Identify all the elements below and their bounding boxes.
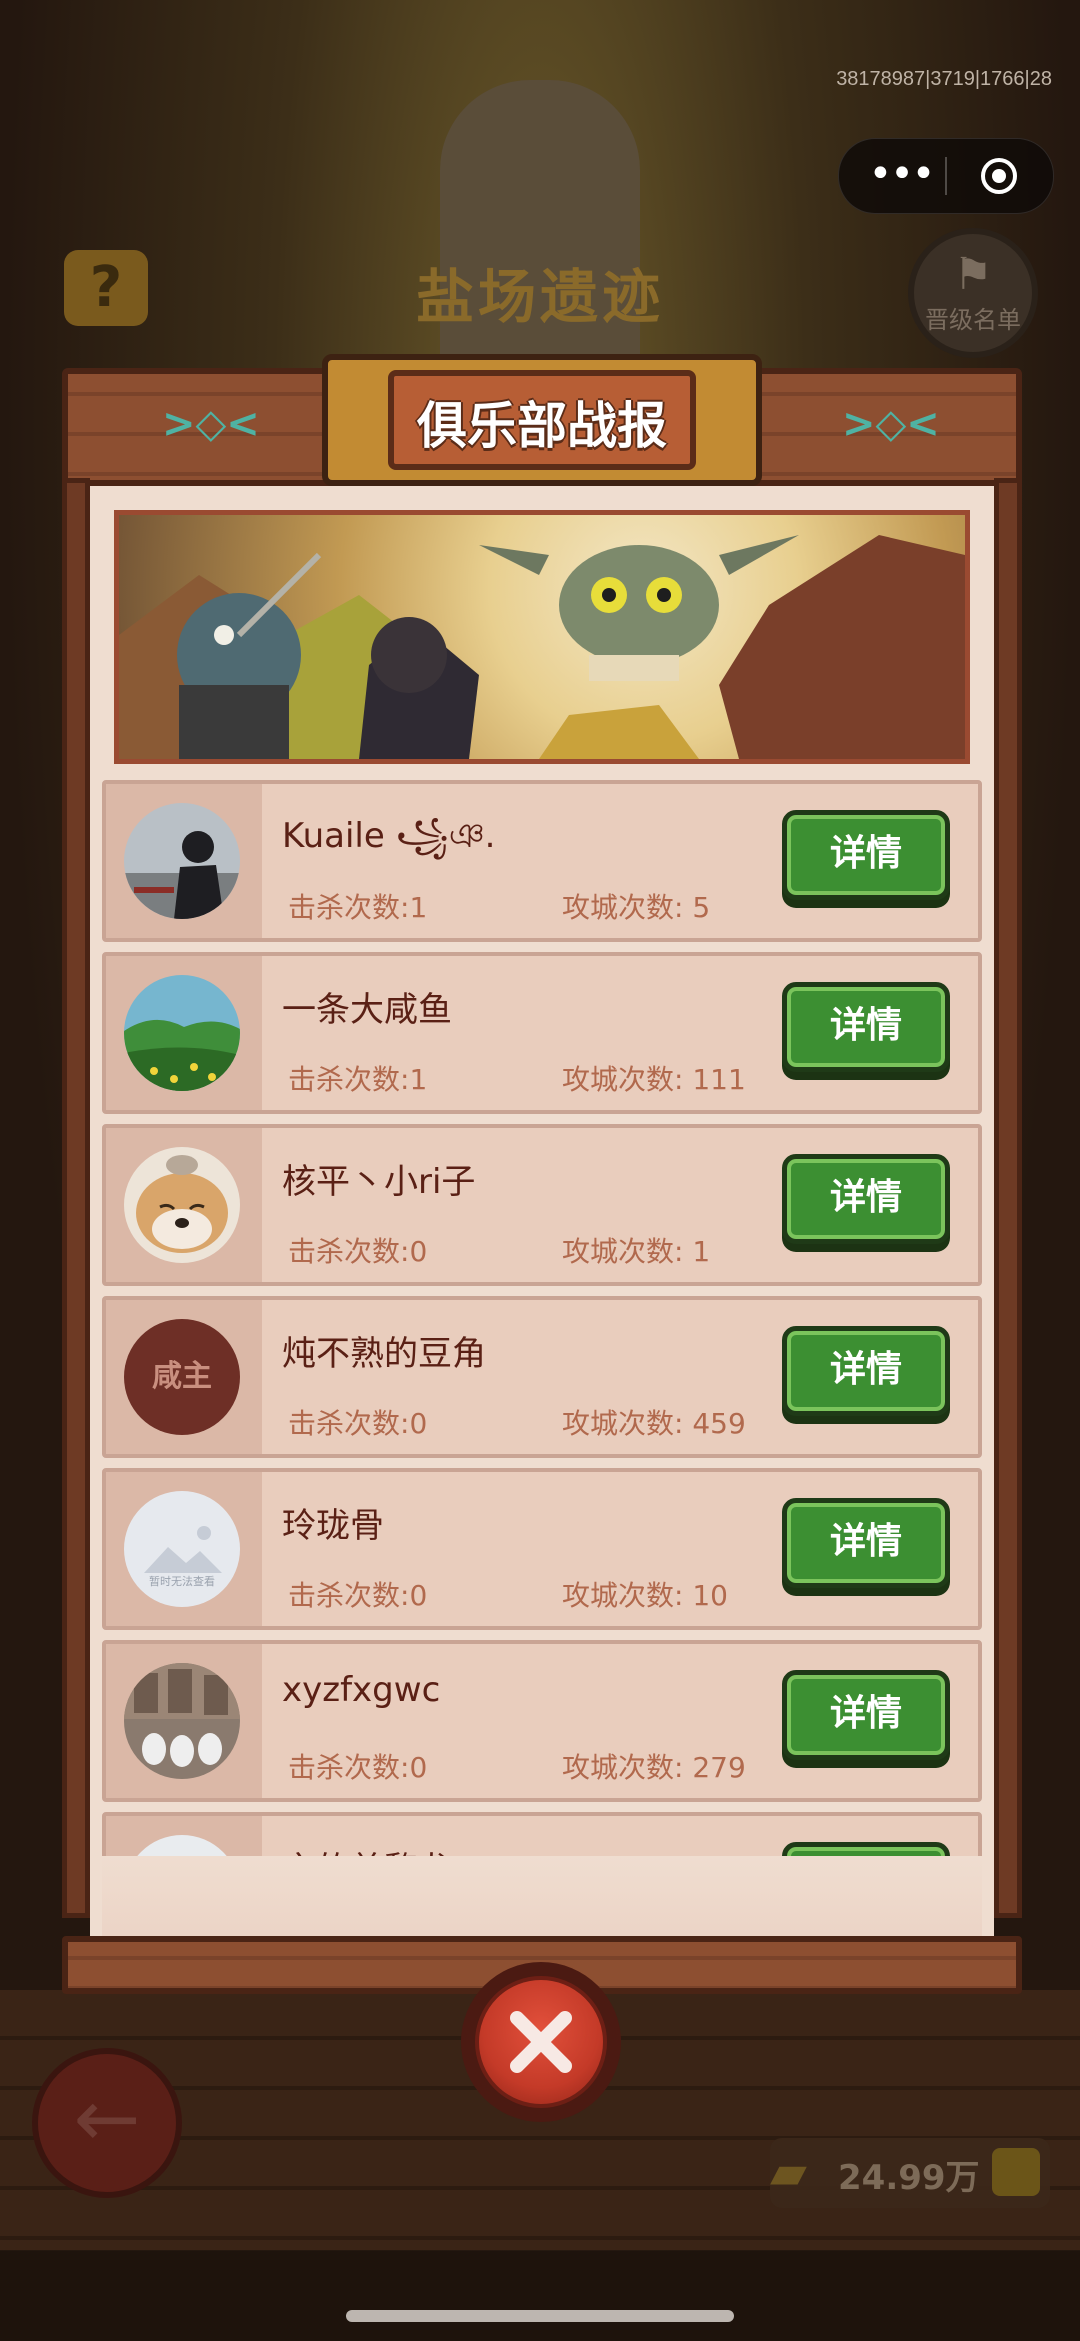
close-button-face bbox=[475, 1976, 607, 2108]
report-list[interactable]: Kuaile ꧁ঞ. 击杀次数:1 攻城次数: 5 详情 一条大咸鱼 击杀次数:… bbox=[102, 780, 982, 1856]
rank-list-label: 晋级名单 bbox=[925, 306, 1021, 334]
club-report-modal: >◇< >◇< 俱乐部战报 Kuaile ꧁ঞ. 击杀次数:1 攻城次数: 5 … bbox=[62, 354, 1022, 1994]
detail-button[interactable]: 详情 bbox=[782, 1670, 950, 1760]
list-item: 一条大咸鱼 击杀次数:1 攻城次数: 111 详情 bbox=[102, 952, 982, 1114]
list-item: 咸主 炖不熟的豆角 击杀次数:0 攻城次数: 459 详情 bbox=[102, 1296, 982, 1458]
detail-button[interactable]: 详情 bbox=[782, 1842, 950, 1856]
close-icon bbox=[510, 2011, 572, 2073]
avatar-cell: 咸主 bbox=[106, 1300, 262, 1454]
kill-count: 击杀次数:1 bbox=[288, 891, 428, 924]
avatar-text: 暂时无法查看 bbox=[149, 1575, 215, 1588]
player-name: 炖不熟的豆角 bbox=[282, 1334, 486, 1374]
list-item: 核平丶小ri子 击杀次数:0 攻城次数: 1 详情 bbox=[102, 1124, 982, 1286]
back-button[interactable]: ← bbox=[32, 2048, 182, 2198]
siege-count: 攻城次数: 10 bbox=[562, 1579, 728, 1612]
close-button[interactable] bbox=[461, 1962, 621, 2122]
coin-value: 24.99万 bbox=[838, 2158, 980, 2198]
kill-count: 击杀次数:0 bbox=[288, 1407, 428, 1440]
avatar bbox=[124, 1663, 240, 1779]
debug-text: 38178987|3719|1766|28 bbox=[836, 68, 1052, 90]
avatar-cell bbox=[106, 1128, 262, 1282]
player-name: xyzfxgwc bbox=[282, 1670, 441, 1710]
trophy-icon: ⚑ bbox=[953, 249, 993, 300]
detail-button[interactable]: 详情 bbox=[782, 1498, 950, 1588]
list-item: 言的美黎龙 详情 bbox=[102, 1812, 982, 1856]
kill-count: 击杀次数:0 bbox=[288, 1751, 428, 1784]
player-name: 核平丶小ri子 bbox=[282, 1162, 476, 1202]
fish-icon: >◇< bbox=[842, 401, 940, 447]
list-item: 暂时无法查看 玲珑骨 击杀次数:0 攻城次数: 10 详情 bbox=[102, 1468, 982, 1630]
siege-count: 攻城次数: 279 bbox=[562, 1751, 746, 1784]
player-name: Kuaile ꧁ঞ. bbox=[282, 816, 496, 856]
detail-button[interactable]: 详情 bbox=[782, 1326, 950, 1416]
rank-list-button[interactable]: ⚑ 晋级名单 bbox=[908, 228, 1038, 358]
kill-count: 击杀次数:1 bbox=[288, 1063, 428, 1096]
frame-right bbox=[994, 478, 1022, 1918]
coin-counter: ▰ 24.99万 bbox=[770, 2138, 1050, 2208]
target-close-icon[interactable] bbox=[979, 156, 1019, 196]
capsule-menu: ••• bbox=[838, 138, 1054, 214]
siege-count: 攻城次数: 1 bbox=[562, 1235, 711, 1268]
siege-count: 攻城次数: 111 bbox=[562, 1063, 746, 1096]
capsule-divider bbox=[945, 157, 947, 195]
kill-count: 击杀次数:0 bbox=[288, 1579, 428, 1612]
battle-illustration bbox=[114, 510, 970, 764]
statue-illustration bbox=[440, 80, 640, 380]
arrow-left-icon: ← bbox=[73, 2072, 141, 2165]
detail-button[interactable]: 详情 bbox=[782, 1154, 950, 1244]
avatar-cell bbox=[106, 784, 262, 938]
avatar bbox=[124, 803, 240, 919]
player-name: 一条大咸鱼 bbox=[282, 990, 452, 1030]
avatar-cell bbox=[106, 1816, 262, 1856]
frame-left bbox=[62, 478, 90, 1918]
add-coins-button[interactable] bbox=[992, 2148, 1040, 2196]
modal-title: 俱乐部战报 bbox=[417, 397, 667, 455]
player-name: 言的美黎龙 bbox=[282, 1842, 452, 1856]
avatar bbox=[124, 975, 240, 1091]
help-button[interactable]: ? bbox=[64, 250, 148, 326]
detail-button[interactable]: 详情 bbox=[782, 810, 950, 900]
siege-count: 攻城次数: 459 bbox=[562, 1407, 746, 1440]
avatar-text: 咸主 bbox=[152, 1359, 212, 1394]
more-dots-icon[interactable]: ••• bbox=[861, 139, 941, 213]
bottom-bar bbox=[0, 2251, 1080, 2341]
avatar bbox=[124, 1147, 240, 1263]
list-fade bbox=[102, 1856, 982, 1936]
avatar-cell: 暂时无法查看 bbox=[106, 1472, 262, 1626]
avatar-cell bbox=[106, 956, 262, 1110]
home-indicator bbox=[346, 2310, 734, 2322]
fish-icon: >◇< bbox=[162, 401, 260, 447]
coin-icon: ▰ bbox=[770, 2144, 807, 2200]
detail-button[interactable]: 详情 bbox=[782, 982, 950, 1072]
siege-count: 攻城次数: 5 bbox=[562, 891, 711, 924]
kill-count: 击杀次数:0 bbox=[288, 1235, 428, 1268]
avatar: 咸主 bbox=[124, 1319, 240, 1435]
avatar: 暂时无法查看 bbox=[124, 1491, 240, 1607]
player-name: 玲珑骨 bbox=[282, 1506, 384, 1546]
avatar-cell bbox=[106, 1644, 262, 1798]
avatar bbox=[124, 1835, 240, 1856]
list-item: xyzfxgwc 击杀次数:0 攻城次数: 279 详情 bbox=[102, 1640, 982, 1802]
list-item: Kuaile ꧁ঞ. 击杀次数:1 攻城次数: 5 详情 bbox=[102, 780, 982, 942]
